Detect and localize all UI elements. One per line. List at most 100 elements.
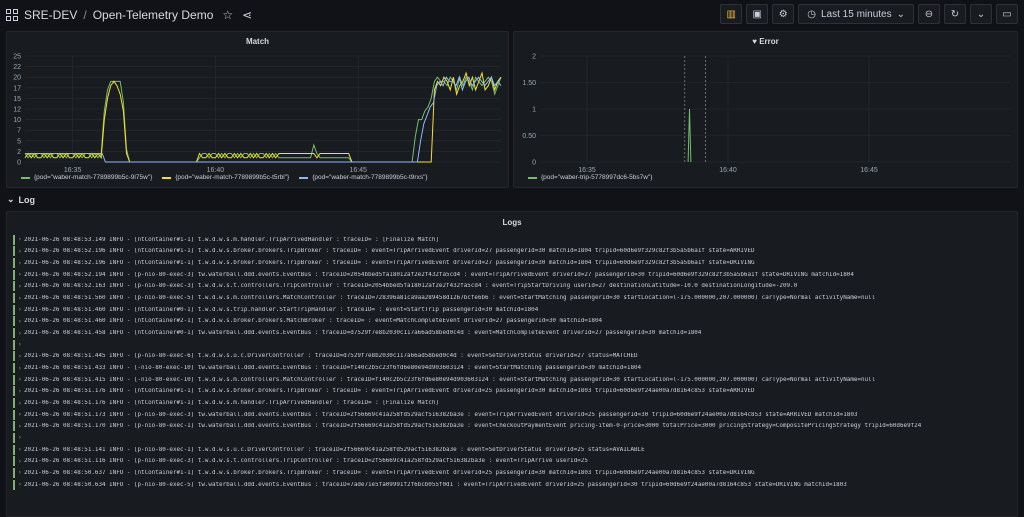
match-legend: {pod="waber-match-7789899b5c-9l75w"} {po… [21,174,428,181]
gear-icon: ⚙ [778,8,788,20]
chevron-right-icon[interactable]: › [18,434,24,441]
x-tick-label: 16:45 [349,167,367,174]
log-line[interactable]: › 2021-06-26 08:48:51.415 INFO - [-nio-80… [13,374,1013,386]
save-button[interactable]: ▣ [746,4,769,24]
log-line[interactable]: › 2021-06-26 08:48:52.196 INFO - [ntConta… [13,246,1013,258]
y-tick-label: 7 [17,128,21,135]
log-level-bar [13,421,15,432]
y-tick-label: 2 [532,54,536,61]
log-message: 2021-06-26 08:48:51.116 INFO - [p-nio-80… [24,458,588,465]
match-chart: 02571012151720222516:35 16:40 16:45 [13,54,502,174]
log-line[interactable]: › 2021-06-26 08:48:51.173 INFO - [p-nio-8… [13,409,1013,421]
y-tick-label: 17 [13,85,21,92]
refresh-interval-button[interactable]: ⌄ [970,4,992,24]
row-title: Log [18,194,36,205]
log-line[interactable]: › 2021-06-26 08:48:51.560 INFO - [p-nio-8… [13,292,1013,304]
y-tick-label: 0.50 [522,133,536,140]
log-message: 2021-06-26 08:48:51.415 INFO - [-nio-80-… [24,376,876,383]
log-level-bar [13,258,15,269]
log-message: 2021-06-26 08:48:51.460 INFO - [ntContai… [24,306,539,313]
tv-mode-button[interactable]: ▭ [996,4,1018,24]
dashboards-icon[interactable] [6,8,18,21]
log-level-bar [13,304,15,315]
toolbar: ▥ ▣ ⚙ ◷ Last 15 minutes ⌄ ⊖ ↻ ⌄ ▭ [720,4,1018,24]
save-icon: ▣ [752,8,762,20]
log-line[interactable]: › 2021-06-26 08:48:52.163 INFO - [p-nio-8… [13,281,1013,293]
log-line[interactable]: › 2021-06-26 08:48:52.194 INFO - [p-nio-8… [13,269,1013,281]
log-message: 2021-06-26 08:48:51.173 INFO - [p-nio-80… [24,411,858,418]
error-panel[interactable]: ♥ Error 0 0.50 1 1.50 2 16:35 16:40 16:45 {pod=… [513,31,1018,188]
legend-swatch [299,176,309,179]
breadcrumb: SRE-DEV / Open-Telemetry Demo [24,8,213,22]
dashboard-title[interactable]: Open-Telemetry Demo [93,8,214,22]
logs-panel[interactable]: Logs › 2021-06-26 08:48:53.149 INFO - [nt… [6,211,1018,517]
y-tick-label: 20 [13,75,21,82]
log-line[interactable]: › 2021-06-26 08:48:51.445 INFO - [p-nio-8… [13,351,1013,363]
log-level-bar [13,316,15,327]
log-message: 2021-06-26 08:48:51.141 INFO - [p-nio-80… [24,446,645,453]
log-level-bar [13,374,15,385]
log-level-bar [13,246,15,257]
x-tick-label: 16:35 [578,167,596,174]
legend-item[interactable]: {pod="waber-match-7789899b5c-9l75w"} [21,174,152,181]
log-line[interactable]: › 2021-06-26 08:48:51.170 INFO - [p-nio-8… [13,421,1013,433]
log-row-header[interactable]: ⌄ Log [7,194,35,205]
y-tick-label: 0 [17,160,21,167]
chevron-down-icon: ⌄ [7,194,15,204]
clock-icon: ◷ [807,8,816,20]
log-message: 2021-06-26 08:48:51.458 INFO - [ntContai… [24,330,702,337]
log-message: 2021-06-26 08:48:51.433 INFO - [-nio-80-… [24,365,642,372]
y-tick-label: 25 [13,54,21,61]
x-tick-label: 16:40 [207,167,225,174]
log-level-bar [13,409,15,420]
match-panel[interactable]: Match 0 2 5 7 10 12 15 17 20 22 25 16:35 16:40 16:45 … [6,31,509,188]
log-level-bar [13,456,15,467]
log-line[interactable]: › [13,339,1013,351]
log-list: › 2021-06-26 08:48:53.149 INFO - [ntConta… [13,234,1013,490]
log-level-bar [13,234,15,245]
folder-link[interactable]: SRE-DEV [24,8,77,22]
legend-label: {pod="waber-match-7789899b5c-9l75w"} [34,174,153,181]
error-legend: {pod="waber-trip-5778997dc6-5bs7w"} [528,174,652,181]
log-line[interactable]: › 2021-06-26 08:48:51.433 INFO - [-nio-80… [13,362,1013,374]
log-line[interactable]: › 2021-06-26 08:48:50.634 INFO - [p-nio-8… [13,479,1013,491]
log-line[interactable]: › 2021-06-26 08:48:50.637 INFO - [ntConta… [13,467,1013,479]
panel-title-text: Error [759,37,779,46]
log-line[interactable]: › 2021-06-26 08:48:51.458 INFO - [ntConta… [13,327,1013,339]
add-panel-button[interactable]: ▥ [720,4,743,24]
log-line[interactable]: › 2021-06-26 08:48:52.196 INFO - [ntConta… [13,257,1013,269]
y-tick-label: 5 [17,138,21,145]
log-level-bar [13,363,15,374]
legend-item[interactable]: {pod="waber-trip-5778997dc6-5bs7w"} [528,174,652,181]
legend-item[interactable]: {pod="waber-match-7789899b5c-t9rxs"} [299,174,428,181]
log-line[interactable]: › 2021-06-26 08:48:51.176 INFO - [ntConta… [13,397,1013,409]
log-message: 2021-06-26 08:48:52.194 INFO - [p-nio-80… [24,271,854,278]
time-range-label: Last 15 minutes [821,8,892,20]
log-line[interactable]: › 2021-06-26 08:48:51.116 INFO - [p-nio-8… [13,455,1013,467]
log-level-bar [13,386,15,397]
log-line[interactable]: › 2021-06-26 08:48:51.141 INFO - [p-nio-8… [13,444,1013,456]
log-level-bar [13,398,15,409]
legend-label: {pod="waber-match-7789899b5c-t9rxs"} [312,174,428,181]
log-line[interactable]: › 2021-06-26 08:48:51.460 INFO - [ntConta… [13,304,1013,316]
time-picker-button[interactable]: ◷ Last 15 minutes ⌄ [798,4,914,24]
log-line[interactable]: › 2021-06-26 08:48:51.460 INFO - [ntConta… [13,316,1013,328]
monitor-icon: ▭ [1002,8,1012,20]
y-tick-label: 15 [13,96,21,103]
log-line[interactable]: › 2021-06-26 08:48:51.176 INFO - [ntConta… [13,386,1013,398]
panel-title: ♥ Error [514,37,1017,46]
zoom-out-button[interactable]: ⊖ [918,4,940,24]
log-message: 2021-06-26 08:48:52.163 INFO - [p-nio-80… [24,283,798,290]
log-line[interactable]: › 2021-06-26 08:48:53.149 INFO - [ntConta… [13,234,1013,246]
y-tick-label: 2 [17,149,21,156]
refresh-button[interactable]: ↻ [944,4,966,24]
log-line[interactable]: › [13,432,1013,444]
star-icon[interactable]: ☆ [222,8,233,22]
chevron-right-icon[interactable]: › [18,341,24,348]
log-level-bar [13,328,15,339]
share-icon[interactable]: ⋖ [242,8,252,22]
settings-button[interactable]: ⚙ [772,4,795,24]
log-level-bar [13,351,15,362]
legend-item[interactable]: {pod="waber-match-7789899b5c-t5rbl"} [162,174,289,181]
legend-label: {pod="waber-match-7789899b5c-t5rbl"} [175,174,290,181]
